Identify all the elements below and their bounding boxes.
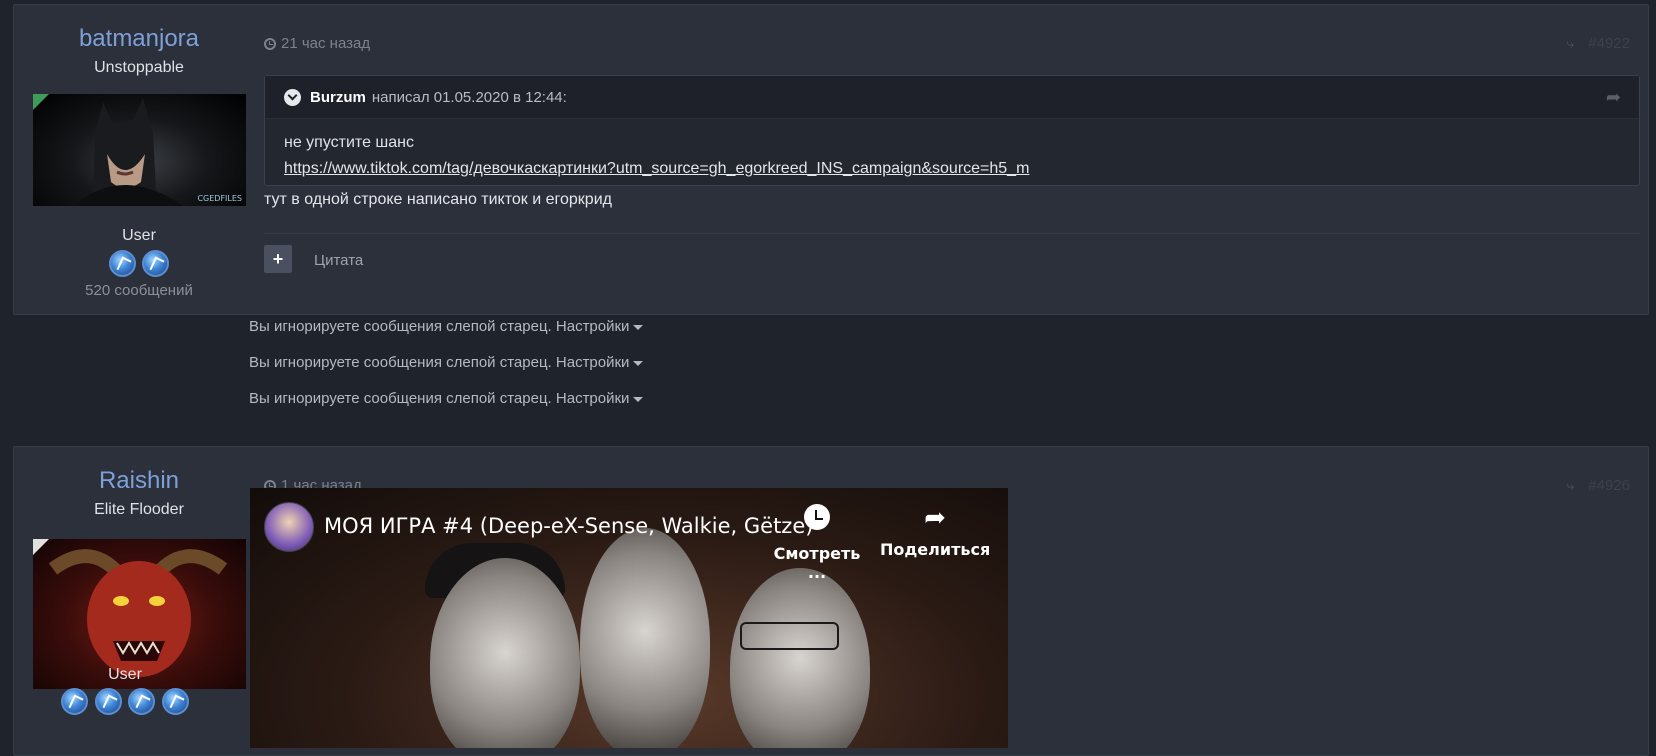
watch-later-icon	[762, 504, 872, 536]
reply-arrow-icon[interactable]: ➦	[1606, 87, 1621, 108]
caret-down-icon	[633, 396, 644, 402]
clock-icon	[264, 37, 276, 50]
user-title: Unstoppable	[94, 59, 184, 76]
ignored-notice: Вы игнорируете сообщения слепой старец. …	[249, 318, 644, 335]
divider	[264, 233, 1640, 234]
quote-header: Burzum написал 01.05.2020 в 12:44: ➦	[265, 76, 1639, 119]
avatar-watermark: CGEDFILES	[197, 194, 242, 203]
rank-badge-icon	[108, 250, 136, 277]
settings-label: Настройки	[555, 318, 630, 335]
caret-down-icon	[633, 324, 644, 330]
ignored-notice: Вы игнорируете сообщения слепой старец. …	[249, 390, 644, 407]
avatar[interactable]: CGEDFILES	[33, 94, 246, 206]
rank-badge-icon	[142, 250, 170, 277]
user-title: Elite Flooder	[94, 501, 184, 518]
ignored-text: Вы игнорируете сообщения слепой старец.	[249, 318, 552, 335]
share-video-button[interactable]: ➦ Поделиться	[880, 504, 990, 559]
status-indicator	[33, 539, 49, 555]
quote-button[interactable]: Цитата	[314, 252, 363, 269]
post-number-link[interactable]: #4922	[1588, 35, 1630, 52]
watch-later-label: Смотреть ...	[773, 544, 861, 582]
thumbnail-face	[580, 528, 710, 748]
post-4922: batmanjora Unstoppable CGEDFILES User 52…	[13, 4, 1649, 315]
rank-badge-icon	[94, 688, 122, 715]
rank-badge-icon	[61, 688, 89, 715]
ignored-settings-link[interactable]: Настройки	[556, 390, 644, 407]
channel-avatar[interactable]	[264, 502, 314, 552]
user-group: User	[108, 666, 142, 683]
user-badges	[14, 250, 264, 282]
user-badges	[0, 688, 250, 720]
post-actions: ⤷ #4926	[1566, 477, 1630, 494]
rank-badge-icon	[128, 688, 156, 715]
settings-label: Настройки	[555, 354, 630, 371]
ignored-text: Вы игнорируете сообщения слепой старец.	[249, 390, 552, 407]
youtube-embed[interactable]: МОЯ ИГРА #4 (Deep-eX-Sense, Walkie, Gëtz…	[250, 488, 1008, 748]
post-text: тут в одной строке написано тикток и его…	[264, 191, 612, 208]
user-group: User	[122, 227, 156, 244]
quote-header-text: написал 01.05.2020 в 12:44:	[371, 88, 567, 106]
username-link[interactable]: Raishin	[14, 467, 264, 495]
quote-author[interactable]: Burzum	[310, 89, 366, 106]
quote-block: Burzum написал 01.05.2020 в 12:44: ➦ не …	[264, 75, 1640, 186]
quote-text: не упустите шанс	[284, 134, 414, 151]
multiquote-plus-button[interactable]: +	[264, 245, 292, 273]
watch-later-button[interactable]: Смотреть ...	[762, 504, 872, 582]
ignored-settings-link[interactable]: Настройки	[556, 354, 644, 371]
batman-avatar-image	[73, 98, 183, 206]
ignored-notice: Вы игнорируете сообщения слепой старец. …	[249, 354, 644, 371]
post-count: 520 сообщений	[85, 282, 193, 299]
post-actions: ⤷ #4922	[1566, 35, 1630, 52]
ignored-text: Вы игнорируете сообщения слепой старец.	[249, 354, 552, 371]
share-icon[interactable]: ⤷	[1566, 35, 1574, 52]
post-time: 21 час назад	[281, 35, 371, 52]
quote-link[interactable]: https://www.tiktok.com/tag/девочкаскарти…	[284, 160, 1029, 177]
online-indicator	[33, 94, 49, 110]
rank-badge-icon	[161, 688, 189, 715]
thumbnail-glasses	[740, 622, 839, 650]
post-number-link[interactable]: #4926	[1588, 477, 1630, 494]
video-title[interactable]: МОЯ ИГРА #4 (Deep-eX-Sense, Walkie, Gëtz…	[324, 514, 813, 538]
author-panel: Raishin Elite Flooder	[14, 447, 264, 519]
share-icon[interactable]: ⤷	[1566, 477, 1574, 494]
post-timestamp[interactable]: 21 час назад	[264, 35, 370, 52]
chevron-down-icon[interactable]	[284, 88, 301, 106]
share-arrow-icon: ➦	[924, 503, 946, 533]
quote-body: не упустите шанс https://www.tiktok.com/…	[265, 119, 1639, 193]
username-link[interactable]: batmanjora	[14, 25, 264, 53]
author-panel: batmanjora Unstoppable	[14, 5, 264, 77]
settings-label: Настройки	[555, 390, 630, 407]
ignored-settings-link[interactable]: Настройки	[556, 318, 644, 335]
share-video-label: Поделиться	[880, 540, 991, 559]
caret-down-icon	[633, 360, 644, 366]
